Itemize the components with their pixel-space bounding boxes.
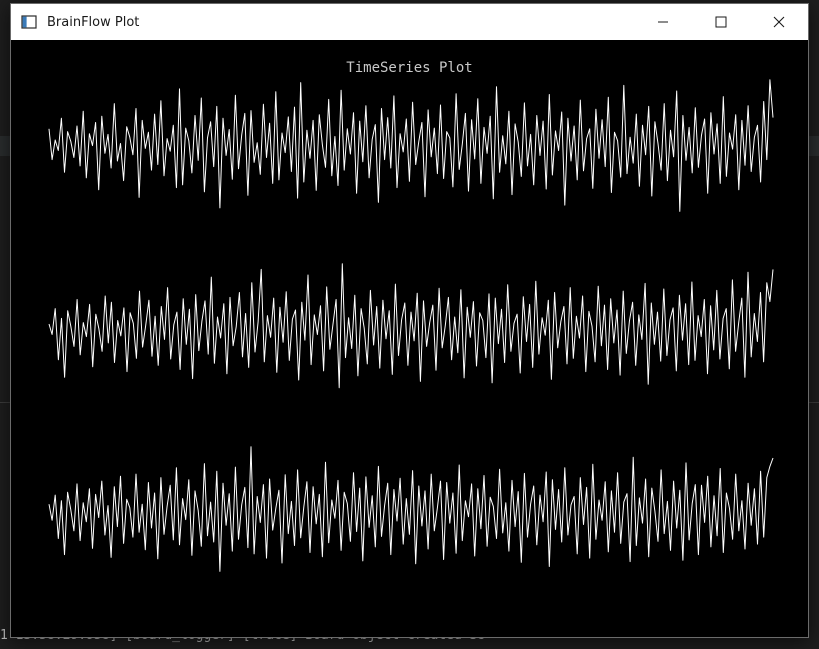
series-line-2 bbox=[48, 263, 774, 389]
app-window-icon bbox=[21, 14, 37, 30]
close-icon bbox=[773, 13, 785, 32]
minimize-icon bbox=[657, 13, 669, 32]
window-title: BrainFlow Plot bbox=[47, 14, 140, 30]
maximize-button[interactable] bbox=[692, 4, 750, 40]
brainflow-plot-window[interactable]: BrainFlow Plot TimeSeries Plot bbox=[10, 3, 809, 638]
minimize-button[interactable] bbox=[634, 4, 692, 40]
window-titlebar[interactable]: BrainFlow Plot bbox=[11, 4, 808, 40]
series-line-1 bbox=[48, 79, 774, 212]
close-button[interactable] bbox=[750, 4, 808, 40]
timeseries-plot bbox=[48, 79, 774, 572]
maximize-icon bbox=[715, 13, 727, 32]
series-line-3 bbox=[48, 446, 774, 572]
plot-area: TimeSeries Plot bbox=[11, 40, 808, 637]
